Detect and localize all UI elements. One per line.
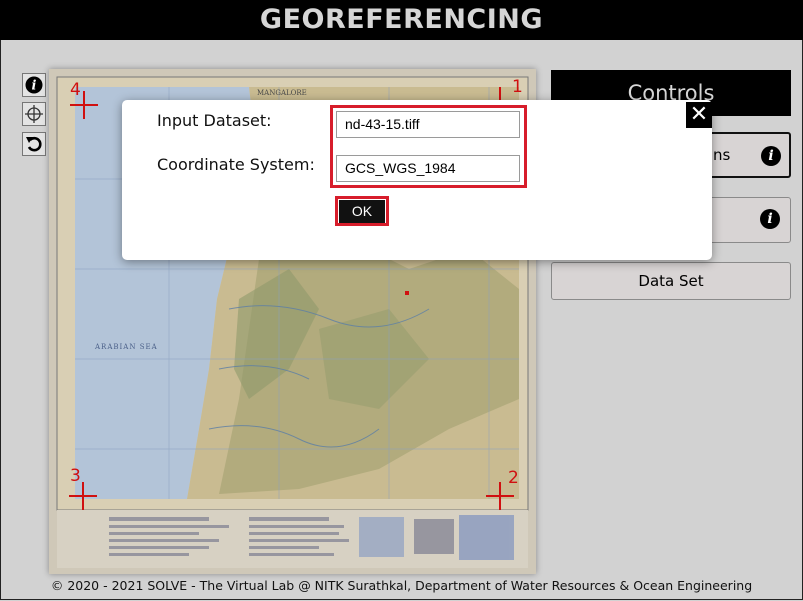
add-point-button[interactable] xyxy=(22,102,46,126)
input-dataset-field[interactable]: nd-43-15.tiff xyxy=(336,111,520,138)
corner-label-2: 2 xyxy=(508,468,519,488)
footer-text: © 2020 - 2021 SOLVE - The Virtual Lab @ … xyxy=(50,578,753,593)
undo-button[interactable] xyxy=(22,132,46,156)
corner-label-3: 3 xyxy=(70,466,81,486)
info-icon[interactable]: i xyxy=(761,146,781,166)
close-icon[interactable]: ✕ xyxy=(686,102,712,128)
page-title: GEOREFERENCING xyxy=(0,0,803,40)
info-icon[interactable]: i xyxy=(760,209,780,229)
info-button[interactable]: i xyxy=(22,73,46,97)
corner-label-4: 4 xyxy=(70,80,81,100)
sea-label: ARABIAN SEA xyxy=(95,343,158,351)
crosshair-icon xyxy=(25,105,43,123)
instructions-label: ns xyxy=(713,146,731,164)
corner-marker-3[interactable] xyxy=(69,482,97,510)
info-icon: i xyxy=(25,76,43,94)
input-dataset-label: Input Dataset: xyxy=(157,111,272,130)
corner-label-1: 1 xyxy=(512,77,523,97)
dataset-button[interactable]: Data Set xyxy=(551,262,791,300)
coordinate-system-label: Coordinate System: xyxy=(157,155,315,174)
undo-icon xyxy=(26,136,42,152)
svg-text:i: i xyxy=(32,79,37,94)
ok-button[interactable]: OK xyxy=(339,200,385,223)
map-caption: MANGALORE xyxy=(257,89,307,97)
input-dataset-dialog: Input Dataset: Coordinate System: nd-43-… xyxy=(122,100,712,260)
coordinate-system-field[interactable]: GCS_WGS_1984 xyxy=(336,155,520,182)
